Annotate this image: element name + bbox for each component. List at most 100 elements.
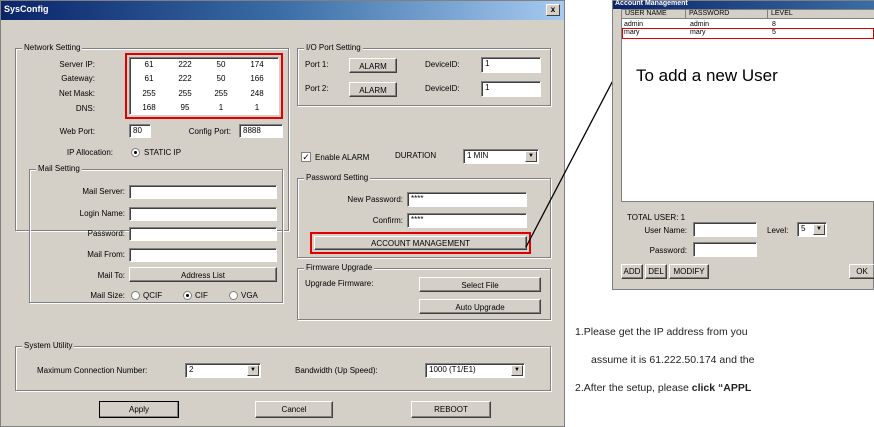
ip-allocation-label: IP Allocation:: [66, 148, 113, 157]
apply-button[interactable]: Apply: [99, 401, 179, 418]
net-mask-octet-2[interactable]: 255: [170, 89, 200, 98]
net-mask-octet-3[interactable]: 255: [206, 89, 236, 98]
user-name-label: User Name:: [644, 226, 687, 235]
confirm-password-label: Confirm:: [372, 216, 403, 225]
config-port-label: Config Port:: [188, 127, 231, 136]
address-list-button[interactable]: Address List: [129, 267, 277, 282]
instruction-line-2: assume it is 61.222.50.174 and the: [591, 354, 755, 366]
mail-to-label: Mail To:: [97, 271, 125, 280]
new-user-highlight-box: [622, 28, 874, 39]
port2-label: Port 2:: [305, 84, 329, 93]
column-level[interactable]: LEVEL: [768, 10, 874, 19]
dns-octet-3[interactable]: 1: [206, 103, 236, 112]
column-user-name[interactable]: USER NAME: [622, 10, 686, 19]
port2-alarm-button[interactable]: ALARM: [349, 82, 397, 97]
reboot-button[interactable]: REBOOT: [411, 401, 491, 418]
net-mask-octet-1[interactable]: 255: [134, 89, 164, 98]
gateway-octet-4[interactable]: 166: [242, 74, 272, 83]
account-title-bar[interactable]: Account Management: [613, 0, 874, 9]
row-1-user[interactable]: admin: [624, 21, 643, 28]
new-password-label: New Password:: [347, 195, 403, 204]
ok-button[interactable]: OK: [849, 264, 874, 279]
server-ip-octet-4[interactable]: 174: [242, 60, 272, 69]
gateway-label: Gateway:: [61, 74, 95, 83]
select-file-button[interactable]: Select File: [419, 277, 541, 292]
enable-alarm-label: Enable ALARM: [315, 153, 370, 162]
chevron-down-icon: ▼: [247, 365, 259, 376]
row-1-level: 8: [772, 21, 776, 28]
gateway-octet-1[interactable]: 61: [134, 74, 164, 83]
user-name-input[interactable]: [693, 222, 757, 237]
duration-value: 1 MIN: [467, 151, 489, 160]
level-value: 5: [801, 224, 806, 233]
close-button[interactable]: x: [546, 4, 560, 16]
server-ip-octet-1[interactable]: 61: [134, 60, 164, 69]
net-mask-octet-4[interactable]: 248: [242, 89, 272, 98]
gateway-octet-2[interactable]: 222: [170, 74, 200, 83]
confirm-password-input[interactable]: ****: [407, 213, 527, 228]
mail-server-input[interactable]: [129, 185, 277, 199]
modify-button[interactable]: MODIFY: [669, 264, 709, 279]
password-setting-legend: Password Setting: [304, 173, 371, 182]
level-select[interactable]: 5 ▼: [797, 222, 827, 237]
add-button[interactable]: ADD: [621, 264, 643, 279]
max-connection-select[interactable]: 2 ▼: [185, 363, 261, 378]
device2-label: DeviceID:: [425, 84, 460, 93]
chevron-down-icon: ▼: [511, 365, 523, 376]
dialog-title-bar[interactable]: SysConfig x: [1, 1, 564, 20]
account-management-button[interactable]: ACCOUNT MANAGEMENT: [314, 236, 527, 250]
row-2-level: 5: [772, 29, 776, 36]
dns-octet-4[interactable]: 1: [242, 103, 272, 112]
static-ip-label: STATIC IP: [144, 148, 182, 157]
instruction-line-3: 2.After the setup, please click “APPL: [575, 382, 751, 394]
cancel-button[interactable]: Cancel: [255, 401, 333, 418]
bandwidth-value: 1000 (T1/E1): [429, 365, 476, 374]
enable-alarm-checkbox[interactable]: ✓: [301, 152, 311, 162]
column-password[interactable]: PASSWORD: [686, 10, 768, 19]
bandwidth-select[interactable]: 1000 (T1/E1) ▼: [425, 363, 525, 378]
add-user-annotation: To add a new User: [636, 66, 778, 85]
new-password-input[interactable]: ****: [407, 192, 527, 207]
login-name-input[interactable]: [129, 207, 277, 221]
web-port-label: Web Port:: [59, 127, 95, 136]
size-qcif-radio[interactable]: [131, 291, 140, 300]
server-ip-octet-3[interactable]: 50: [206, 60, 236, 69]
server-ip-label: Server IP:: [59, 60, 95, 69]
gateway-octet-3[interactable]: 50: [206, 74, 236, 83]
config-port-input[interactable]: 8888: [239, 124, 283, 138]
account-list[interactable]: USER NAME PASSWORD LEVEL admin admin 8 m…: [621, 9, 874, 202]
total-user-label: TOTAL USER: 1: [627, 213, 686, 222]
size-vga-radio[interactable]: [229, 291, 238, 300]
dns-octet-1[interactable]: 168: [134, 103, 164, 112]
mail-password-input[interactable]: [129, 227, 277, 241]
del-button[interactable]: DEL: [645, 264, 667, 279]
size-cif-radio[interactable]: [183, 291, 192, 300]
port1-alarm-button[interactable]: ALARM: [349, 58, 397, 73]
mail-setting-legend: Mail Setting: [36, 164, 82, 173]
account-password-input[interactable]: [693, 242, 757, 257]
net-mask-label: Net Mask:: [58, 89, 95, 98]
device1-label: DeviceID:: [425, 60, 460, 69]
auto-upgrade-button[interactable]: Auto Upgrade: [419, 299, 541, 314]
mail-password-label: Password:: [87, 229, 125, 238]
mail-size-label: Mail Size:: [90, 291, 125, 300]
max-connection-value: 2: [189, 365, 194, 374]
instruction-line-3-bold: click “APPL: [691, 382, 752, 394]
dialog-title: SysConfig: [4, 4, 49, 14]
server-ip-octet-2[interactable]: 222: [170, 60, 200, 69]
size-vga-label: VGA: [241, 291, 258, 300]
dns-label: DNS:: [75, 104, 95, 113]
dns-octet-2[interactable]: 95: [170, 103, 200, 112]
level-label: Level:: [767, 226, 789, 235]
row-1-password: admin: [690, 21, 710, 28]
port1-label: Port 1:: [305, 60, 329, 69]
bandwidth-label: Bandwidth (Up Speed):: [295, 366, 378, 375]
ip-fields: 61 222 50 174 61 222 50 166 255 255 255 …: [129, 57, 279, 115]
mail-from-input[interactable]: [129, 248, 277, 262]
mail-from-label: Mail From:: [87, 250, 125, 259]
account-management-window: Account Management USER NAME PASSWORD LE…: [612, 0, 874, 290]
row-2-user[interactable]: mary: [624, 29, 640, 36]
mail-server-label: Mail Server:: [82, 187, 125, 196]
web-port-input[interactable]: 80: [129, 124, 151, 138]
static-ip-radio[interactable]: [131, 148, 140, 157]
